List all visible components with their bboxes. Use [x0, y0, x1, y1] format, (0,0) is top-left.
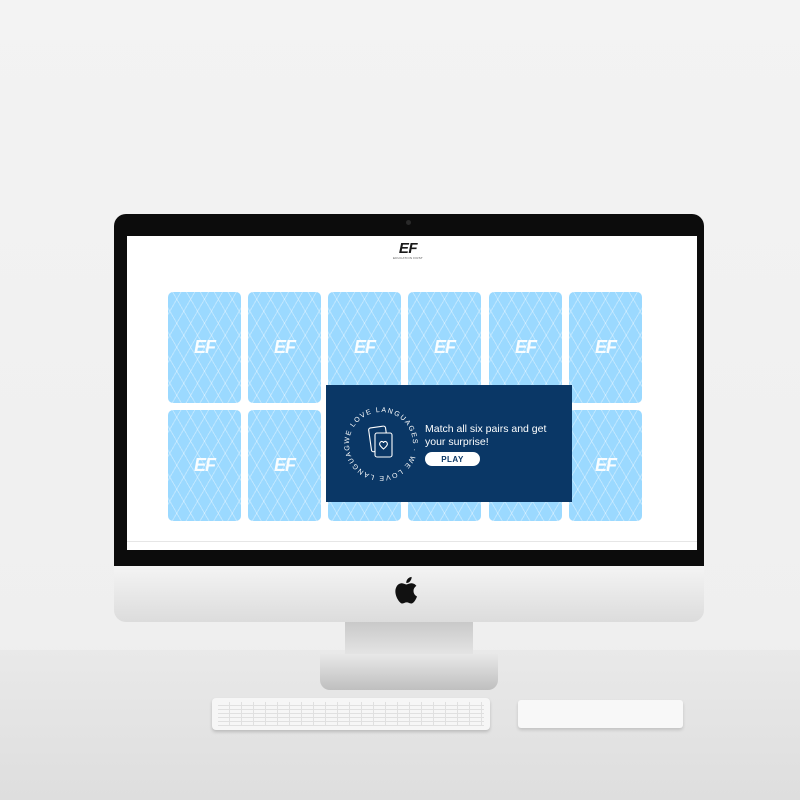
- screen-divider: [127, 541, 697, 542]
- memory-card[interactable]: EF: [168, 410, 241, 521]
- card-logo: EF: [514, 337, 537, 357]
- card-logo: EF: [273, 337, 296, 357]
- card-logo: EF: [594, 337, 617, 357]
- memory-card[interactable]: EF: [168, 292, 241, 403]
- keyboard: [212, 698, 490, 730]
- overlay-message: Match all six pairs and get your surpris…: [425, 423, 547, 448]
- card-logo: EF: [353, 337, 376, 357]
- site-logo[interactable]: EF EDUCATION FIRST: [393, 240, 423, 260]
- card-logo: EF: [273, 455, 296, 475]
- card-grid: EF EF EF EF EF EF EF EF EF EF EF EF WE L…: [168, 292, 642, 522]
- apple-logo-icon: [395, 576, 417, 604]
- card-logo: EF: [433, 337, 456, 357]
- card-logo: EF: [193, 455, 216, 475]
- monitor-stand-neck: [345, 622, 473, 656]
- site-logo-subtext: EDUCATION FIRST: [393, 256, 423, 260]
- webcam: [406, 220, 411, 225]
- monitor-stand-foot: [320, 654, 498, 690]
- we-love-languages-badge: WE LOVE LANGUAGES · WE LOVE LANGUAGES ·: [340, 403, 417, 481]
- keyboard-keys: [218, 702, 484, 726]
- card-logo: EF: [193, 337, 216, 357]
- card-logo: EF: [594, 455, 617, 475]
- memory-card[interactable]: EF: [569, 410, 642, 521]
- game-intro-overlay: WE LOVE LANGUAGES · WE LOVE LANGUAGES · …: [326, 385, 572, 502]
- site-logo-text: EF: [398, 240, 418, 257]
- memory-card[interactable]: EF: [248, 410, 321, 521]
- memory-card[interactable]: EF: [248, 292, 321, 403]
- memory-card[interactable]: EF: [569, 292, 642, 403]
- play-button[interactable]: PLAY: [425, 452, 480, 466]
- cards-heart-icon: [368, 425, 393, 458]
- screen: EF EDUCATION FIRST EF EF EF EF EF EF EF …: [127, 236, 697, 550]
- trackpad: [518, 700, 683, 728]
